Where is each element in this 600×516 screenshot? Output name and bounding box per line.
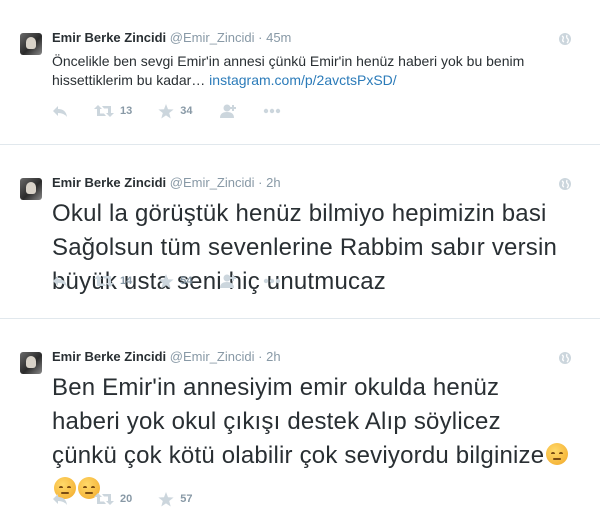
retweet-icon — [94, 104, 114, 118]
globe-icon[interactable] — [558, 177, 572, 196]
avatar[interactable] — [20, 178, 42, 200]
follow-icon — [219, 104, 237, 118]
favorite-count: 57 — [180, 493, 193, 505]
tweet: Emir Berke Zincidi @Emir_Zincidi · 2h Ok… — [0, 145, 600, 319]
retweet-icon — [94, 274, 114, 288]
tweet-text: Ben Emir'in annesiyim emir okulda henüz … — [52, 371, 572, 507]
globe-icon[interactable] — [558, 351, 572, 370]
follow-button[interactable] — [219, 104, 237, 118]
more-icon — [263, 108, 281, 114]
follow-icon — [219, 274, 237, 288]
pensive-face-emoji-icon — [546, 443, 569, 465]
timestamp[interactable]: 2h — [266, 349, 280, 364]
tweet-body: Ben Emir'in annesiyim emir okulda henüz … — [52, 374, 545, 469]
tweet-header: Emir Berke Zincidi @Emir_Zincidi · 2h — [52, 175, 281, 191]
favorite-button[interactable]: 57 — [158, 491, 193, 507]
globe-icon[interactable] — [558, 32, 572, 51]
tweet-header: Emir Berke Zincidi @Emir_Zincidi · 2h — [52, 349, 281, 365]
favorite-button[interactable]: 34 — [158, 103, 193, 119]
separator: · — [258, 175, 263, 190]
retweet-count: 13 — [120, 105, 133, 117]
author-handle[interactable]: @Emir_Zincidi — [170, 175, 255, 190]
author-handle[interactable]: @Emir_Zincidi — [170, 349, 255, 364]
tweet: Emir Berke Zincidi @Emir_Zincidi · 2h Be… — [0, 319, 600, 516]
tweet-link[interactable]: instagram.com/p/2avctsPxSD/ — [209, 72, 397, 88]
timestamp[interactable]: 45m — [266, 30, 291, 45]
separator: · — [258, 349, 263, 364]
reply-button[interactable] — [52, 104, 68, 118]
retweet-button[interactable]: 14 — [94, 274, 132, 288]
star-icon — [158, 103, 174, 119]
tweet-text: Öncelikle ben sevgi Emir'in annesi çünkü… — [52, 52, 572, 90]
more-icon — [263, 278, 281, 284]
tweet-header: Emir Berke Zincidi @Emir_Zincidi · 45m — [52, 30, 291, 46]
star-icon — [158, 273, 174, 289]
reply-button[interactable] — [52, 492, 68, 506]
favorite-button[interactable]: 54 — [158, 273, 193, 289]
author-name[interactable]: Emir Berke Zincidi — [52, 30, 166, 45]
reply-button[interactable] — [52, 274, 68, 288]
tweet-actions: 20 57 — [52, 491, 219, 507]
retweet-button[interactable]: 20 — [94, 492, 132, 506]
more-button[interactable] — [263, 108, 281, 114]
avatar[interactable] — [20, 33, 42, 55]
retweet-icon — [94, 492, 114, 506]
separator: · — [258, 30, 263, 45]
author-handle[interactable]: @Emir_Zincidi — [170, 30, 255, 45]
timestamp[interactable]: 2h — [266, 175, 280, 190]
author-name[interactable]: Emir Berke Zincidi — [52, 349, 166, 364]
reply-icon — [52, 104, 68, 118]
star-icon — [158, 491, 174, 507]
favorite-count: 54 — [180, 275, 193, 287]
more-button[interactable] — [263, 278, 281, 284]
tweet-actions: 13 34 — [52, 103, 307, 119]
tweet-actions: 14 54 — [52, 273, 307, 289]
reply-icon — [52, 492, 68, 506]
avatar[interactable] — [20, 352, 42, 374]
author-name[interactable]: Emir Berke Zincidi — [52, 175, 166, 190]
retweet-button[interactable]: 13 — [94, 104, 132, 118]
retweet-count: 14 — [120, 275, 133, 287]
tweet: Emir Berke Zincidi @Emir_Zincidi · 45m Ö… — [0, 0, 600, 145]
reply-icon — [52, 274, 68, 288]
retweet-count: 20 — [120, 493, 133, 505]
follow-button[interactable] — [219, 274, 237, 288]
favorite-count: 34 — [180, 105, 193, 117]
